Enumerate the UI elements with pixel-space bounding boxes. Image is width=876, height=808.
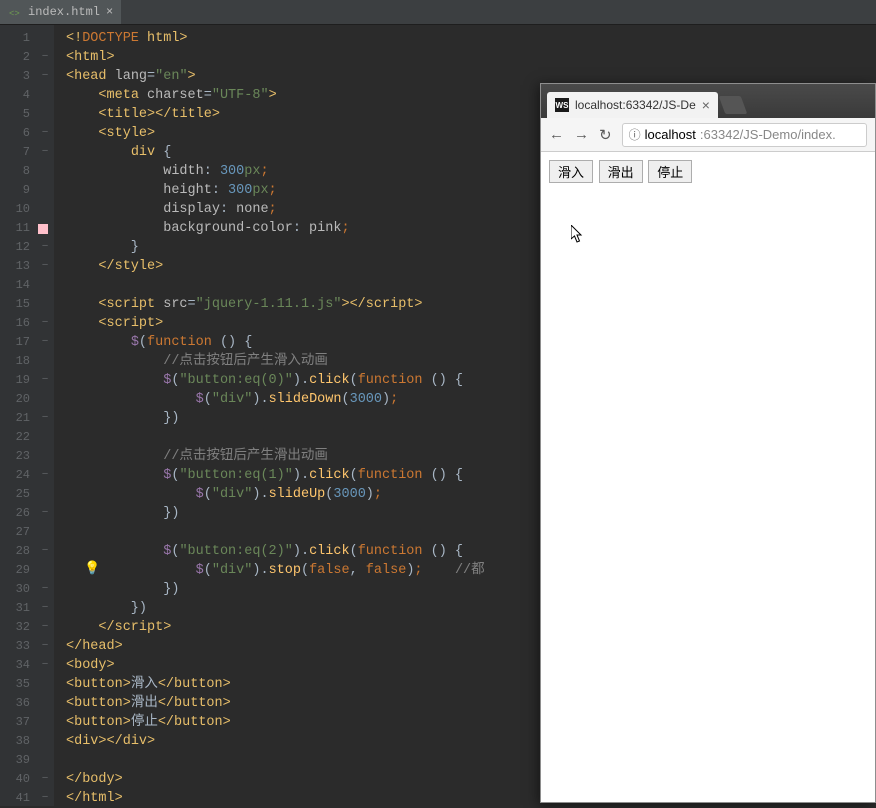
slide-in-button[interactable]: 滑入 <box>549 160 593 183</box>
browser-tab-strip: WS localhost:63342/JS-De × <box>541 84 875 118</box>
svg-text:<>: <> <box>9 9 20 19</box>
site-info-icon: ⓘ <box>629 126 641 143</box>
browser-tab[interactable]: WS localhost:63342/JS-De × <box>547 92 718 118</box>
browser-page: 滑入 滑出 停止 <box>541 152 875 802</box>
browser-tab-title: localhost:63342/JS-De <box>575 98 696 112</box>
line-number-gutter: 1234567891011121314151617181920212223242… <box>0 25 36 806</box>
slide-out-button[interactable]: 滑出 <box>599 160 643 183</box>
fold-column: −−−−−−−−−−−−−−−−−−−− <box>36 25 54 806</box>
reload-icon[interactable]: ↻ <box>599 126 612 144</box>
browser-window: WS localhost:63342/JS-De × ← → ↻ ⓘ local… <box>540 83 876 803</box>
new-tab-button[interactable] <box>719 96 748 114</box>
breakpoint-marker[interactable] <box>38 224 48 234</box>
stop-button[interactable]: 停止 <box>648 160 692 183</box>
forward-icon[interactable]: → <box>574 126 589 143</box>
close-icon[interactable]: × <box>106 5 113 19</box>
close-icon[interactable]: × <box>702 97 710 113</box>
favicon-icon: WS <box>555 98 569 112</box>
editor-tab-label: index.html <box>28 5 100 19</box>
editor-tab-index-html[interactable]: <> index.html × <box>0 0 121 24</box>
url-path: :63342/JS-Demo/index. <box>700 127 836 142</box>
address-bar[interactable]: ⓘ localhost :63342/JS-Demo/index. <box>622 123 867 147</box>
url-host: localhost <box>645 127 696 142</box>
ide-tab-bar: <> index.html × <box>0 0 876 25</box>
back-icon[interactable]: ← <box>549 126 564 143</box>
html-file-icon: <> <box>8 5 22 19</box>
browser-toolbar: ← → ↻ ⓘ localhost :63342/JS-Demo/index. <box>541 118 875 152</box>
